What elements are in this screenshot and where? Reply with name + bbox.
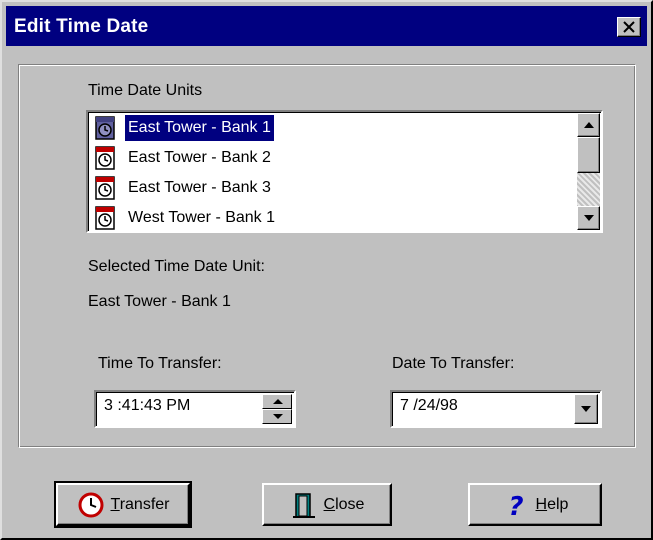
help-label: elp — [547, 495, 569, 513]
time-label: Time To Transfer: — [98, 355, 222, 372]
list-item[interactable]: East Tower - Bank 2 — [89, 143, 577, 173]
date-select[interactable]: 7 /24/98 — [390, 390, 602, 428]
units-scrollbar[interactable] — [577, 113, 600, 230]
time-spin-down[interactable] — [262, 409, 292, 424]
time-spinner[interactable] — [262, 394, 292, 424]
title-bar[interactable]: Edit Time Date — [6, 6, 647, 46]
arrow-up-icon — [584, 122, 594, 128]
list-item[interactable]: West Tower - Bank 1 — [89, 203, 577, 231]
arrow-down-icon — [584, 215, 594, 221]
time-value: 3 :41:43 PM — [104, 397, 191, 414]
close-label: lose — [335, 495, 365, 513]
title-close-button[interactable] — [617, 17, 641, 37]
transfer-label: ransfer — [119, 495, 170, 513]
clock-document-icon — [95, 206, 115, 230]
list-item[interactable]: East Tower - Bank 1 — [89, 113, 577, 143]
selected-unit-value: East Tower - Bank 1 — [88, 293, 231, 310]
clock-document-icon — [95, 146, 115, 170]
selected-unit-label: Selected Time Date Unit: — [88, 258, 265, 275]
help-mnemonic: H — [535, 495, 548, 513]
clock-document-icon — [95, 116, 115, 140]
window-title: Edit Time Date — [14, 16, 149, 37]
clock-icon — [78, 492, 103, 517]
transfer-button[interactable]: Transfer — [54, 481, 192, 528]
svg-text:?: ? — [508, 492, 523, 519]
scroll-up-button[interactable] — [577, 113, 600, 137]
units-listbox[interactable]: East Tower - Bank 1 East Tower - Bank 2 Ea… — [86, 110, 603, 233]
list-item[interactable]: East Tower - Bank 3 — [89, 173, 577, 203]
date-label: Date To Transfer: — [392, 355, 515, 372]
date-dropdown-button[interactable] — [574, 394, 598, 424]
units-label: Time Date Units — [88, 82, 203, 99]
scroll-thumb[interactable] — [577, 137, 600, 173]
scroll-down-button[interactable] — [577, 206, 600, 230]
list-item-label: West Tower - Bank 1 — [128, 209, 276, 226]
time-spin-up[interactable] — [262, 394, 292, 409]
door-icon — [292, 492, 315, 518]
arrow-down-icon — [273, 414, 283, 419]
close-mnemonic: C — [323, 495, 336, 513]
arrow-up-icon — [273, 399, 283, 404]
list-item-label: East Tower - Bank 1 — [125, 115, 274, 141]
date-value: 7 /24/98 — [400, 397, 458, 414]
edit-time-date-dialog: Edit Time Date Time Date Units East Towe… — [0, 0, 653, 540]
units-list: East Tower - Bank 1 East Tower - Bank 2 Ea… — [89, 113, 577, 231]
question-mark-icon: ? — [508, 492, 523, 519]
close-icon — [623, 21, 635, 33]
clock-document-icon — [95, 176, 115, 200]
time-input[interactable]: 3 :41:43 PM — [94, 390, 296, 428]
close-button[interactable]: Close — [262, 483, 392, 526]
chevron-down-icon — [581, 406, 591, 412]
list-item-label: East Tower - Bank 2 — [128, 149, 271, 166]
list-item-label: East Tower - Bank 3 — [128, 179, 271, 196]
transfer-mnemonic: T — [110, 495, 120, 513]
help-button[interactable]: ? Help — [468, 483, 602, 526]
